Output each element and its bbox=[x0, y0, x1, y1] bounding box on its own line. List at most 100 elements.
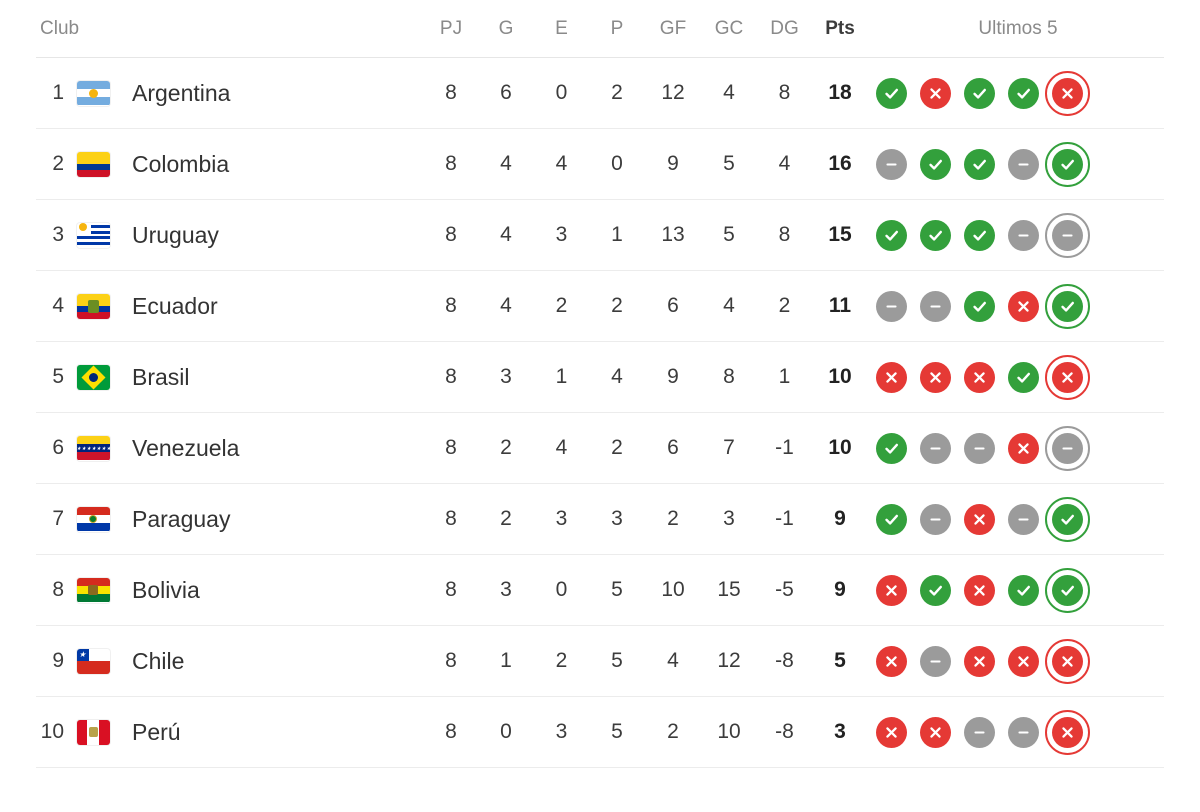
club-name[interactable]: Argentina bbox=[116, 80, 424, 107]
draw-icon bbox=[1045, 425, 1090, 471]
draw-icon bbox=[1008, 716, 1039, 748]
win-icon bbox=[1045, 496, 1090, 542]
stat-gc: 7 bbox=[723, 436, 735, 459]
stat-gf: 2 bbox=[667, 720, 679, 743]
table-row-uruguay[interactable]: 3 Uruguay 8 4 3 1 13 5 8 15 bbox=[36, 200, 1164, 271]
club-name[interactable]: Colombia bbox=[116, 151, 424, 178]
table-row-paraguay[interactable]: 7 Paraguay 8 2 3 3 2 3 -1 9 bbox=[36, 484, 1164, 555]
club-name[interactable]: Venezuela bbox=[116, 435, 424, 462]
club-name[interactable]: Brasil bbox=[116, 364, 424, 391]
stat-dg: 2 bbox=[778, 294, 791, 317]
stat-g: 0 bbox=[500, 720, 512, 743]
column-header-e[interactable]: E bbox=[534, 18, 589, 40]
stat-dg: 8 bbox=[778, 81, 791, 104]
draw-icon bbox=[876, 148, 907, 180]
draw-icon bbox=[1008, 148, 1039, 180]
column-header-gf[interactable]: GF bbox=[645, 18, 701, 40]
loss-icon bbox=[964, 361, 995, 393]
column-header-gc[interactable]: GC bbox=[701, 18, 757, 40]
win-icon bbox=[964, 148, 995, 180]
loss-icon bbox=[964, 645, 995, 677]
stat-p: 0 bbox=[611, 152, 623, 175]
flag-cell: ★★★★★★★★ bbox=[70, 435, 116, 461]
stat-g: 4 bbox=[500, 294, 512, 317]
loss-icon bbox=[964, 574, 995, 606]
stat-pj: 8 bbox=[445, 365, 457, 388]
stat-pj: 8 bbox=[445, 223, 457, 246]
stat-pts: 18 bbox=[828, 81, 852, 104]
stat-g: 4 bbox=[500, 223, 512, 246]
last-five-results bbox=[868, 354, 1164, 400]
stat-pts: 3 bbox=[834, 720, 846, 743]
flag-venezuela-icon: ★★★★★★★★ bbox=[76, 435, 110, 461]
draw-icon bbox=[920, 503, 951, 535]
stat-p: 2 bbox=[611, 294, 623, 317]
draw-icon bbox=[920, 432, 951, 464]
stat-gf: 10 bbox=[661, 578, 685, 601]
stat-e: 0 bbox=[555, 578, 568, 601]
loss-icon bbox=[1008, 290, 1039, 322]
loss-icon bbox=[876, 361, 907, 393]
stat-pj: 8 bbox=[445, 649, 457, 672]
stat-pts: 5 bbox=[834, 649, 846, 672]
column-header-dg[interactable]: DG bbox=[757, 18, 812, 40]
table-row-venezuela[interactable]: 6 ★★★★★★★★ Venezuela 8 2 4 2 6 7 -1 10 bbox=[36, 413, 1164, 484]
flag-cell bbox=[70, 222, 116, 248]
stat-pj: 8 bbox=[445, 81, 457, 104]
table-row-argentina[interactable]: 1 Argentina 8 6 0 2 12 4 8 18 bbox=[36, 58, 1164, 129]
draw-icon bbox=[1008, 503, 1039, 535]
column-header-g[interactable]: G bbox=[478, 18, 534, 40]
last-five-results bbox=[868, 141, 1164, 187]
last-five-results bbox=[868, 638, 1164, 684]
row-position: 9 bbox=[52, 649, 64, 672]
column-header-pts[interactable]: Pts bbox=[812, 18, 868, 40]
stat-gc: 3 bbox=[723, 507, 735, 530]
stat-pts: 16 bbox=[828, 152, 852, 175]
flag-cell bbox=[70, 364, 116, 390]
table-row-brasil[interactable]: 5 Brasil 8 3 1 4 9 8 1 10 bbox=[36, 342, 1164, 413]
win-icon bbox=[920, 574, 951, 606]
win-icon bbox=[876, 219, 907, 251]
flag-cell bbox=[70, 506, 116, 532]
stat-pts: 11 bbox=[828, 294, 852, 317]
stat-p: 5 bbox=[611, 720, 623, 743]
row-position: 5 bbox=[52, 365, 64, 388]
club-name[interactable]: Chile bbox=[116, 648, 424, 675]
club-name[interactable]: Uruguay bbox=[116, 222, 424, 249]
loss-icon bbox=[1045, 709, 1090, 755]
club-name[interactable]: Perú bbox=[116, 719, 424, 746]
stat-e: 1 bbox=[555, 365, 568, 388]
loss-icon bbox=[964, 503, 995, 535]
stat-e: 2 bbox=[555, 649, 568, 672]
column-header-last5: Ultimos 5 bbox=[978, 17, 1058, 39]
column-header-club[interactable]: Club bbox=[36, 18, 424, 40]
club-name[interactable]: Ecuador bbox=[116, 293, 424, 320]
stat-gf: 9 bbox=[667, 365, 679, 388]
table-row-colombia[interactable]: 2 Colombia 8 4 4 0 9 5 4 16 bbox=[36, 129, 1164, 200]
stat-pj: 8 bbox=[445, 152, 457, 175]
stat-p: 5 bbox=[611, 649, 623, 672]
table-header-row: Club PJ G E P GF GC DG Pts Ultimos 5 bbox=[36, 0, 1164, 58]
loss-icon bbox=[1045, 354, 1090, 400]
flag-cell bbox=[70, 293, 116, 319]
last-five-results bbox=[868, 425, 1164, 471]
table-row-perú[interactable]: 10 Perú 8 0 3 5 2 10 -8 3 bbox=[36, 697, 1164, 768]
column-header-pj[interactable]: PJ bbox=[424, 18, 478, 40]
loss-icon bbox=[876, 716, 907, 748]
last-five-results bbox=[868, 496, 1164, 542]
stat-pts: 9 bbox=[834, 578, 846, 601]
draw-icon bbox=[964, 432, 995, 464]
table-row-chile[interactable]: 9 ★ Chile 8 1 2 5 4 12 -8 5 bbox=[36, 626, 1164, 697]
win-icon bbox=[920, 148, 951, 180]
club-name[interactable]: Paraguay bbox=[116, 506, 424, 533]
club-name[interactable]: Bolivia bbox=[116, 577, 424, 604]
stat-e: 4 bbox=[555, 436, 568, 459]
draw-icon bbox=[876, 290, 907, 322]
stat-g: 6 bbox=[500, 81, 512, 104]
table-row-ecuador[interactable]: 4 Ecuador 8 4 2 2 6 4 2 11 bbox=[36, 271, 1164, 342]
column-header-p[interactable]: P bbox=[589, 18, 645, 40]
table-row-bolivia[interactable]: 8 Bolivia 8 3 0 5 10 15 -5 9 bbox=[36, 555, 1164, 626]
stat-p: 2 bbox=[611, 81, 623, 104]
row-position: 10 bbox=[40, 720, 64, 743]
stat-gc: 10 bbox=[717, 720, 741, 743]
